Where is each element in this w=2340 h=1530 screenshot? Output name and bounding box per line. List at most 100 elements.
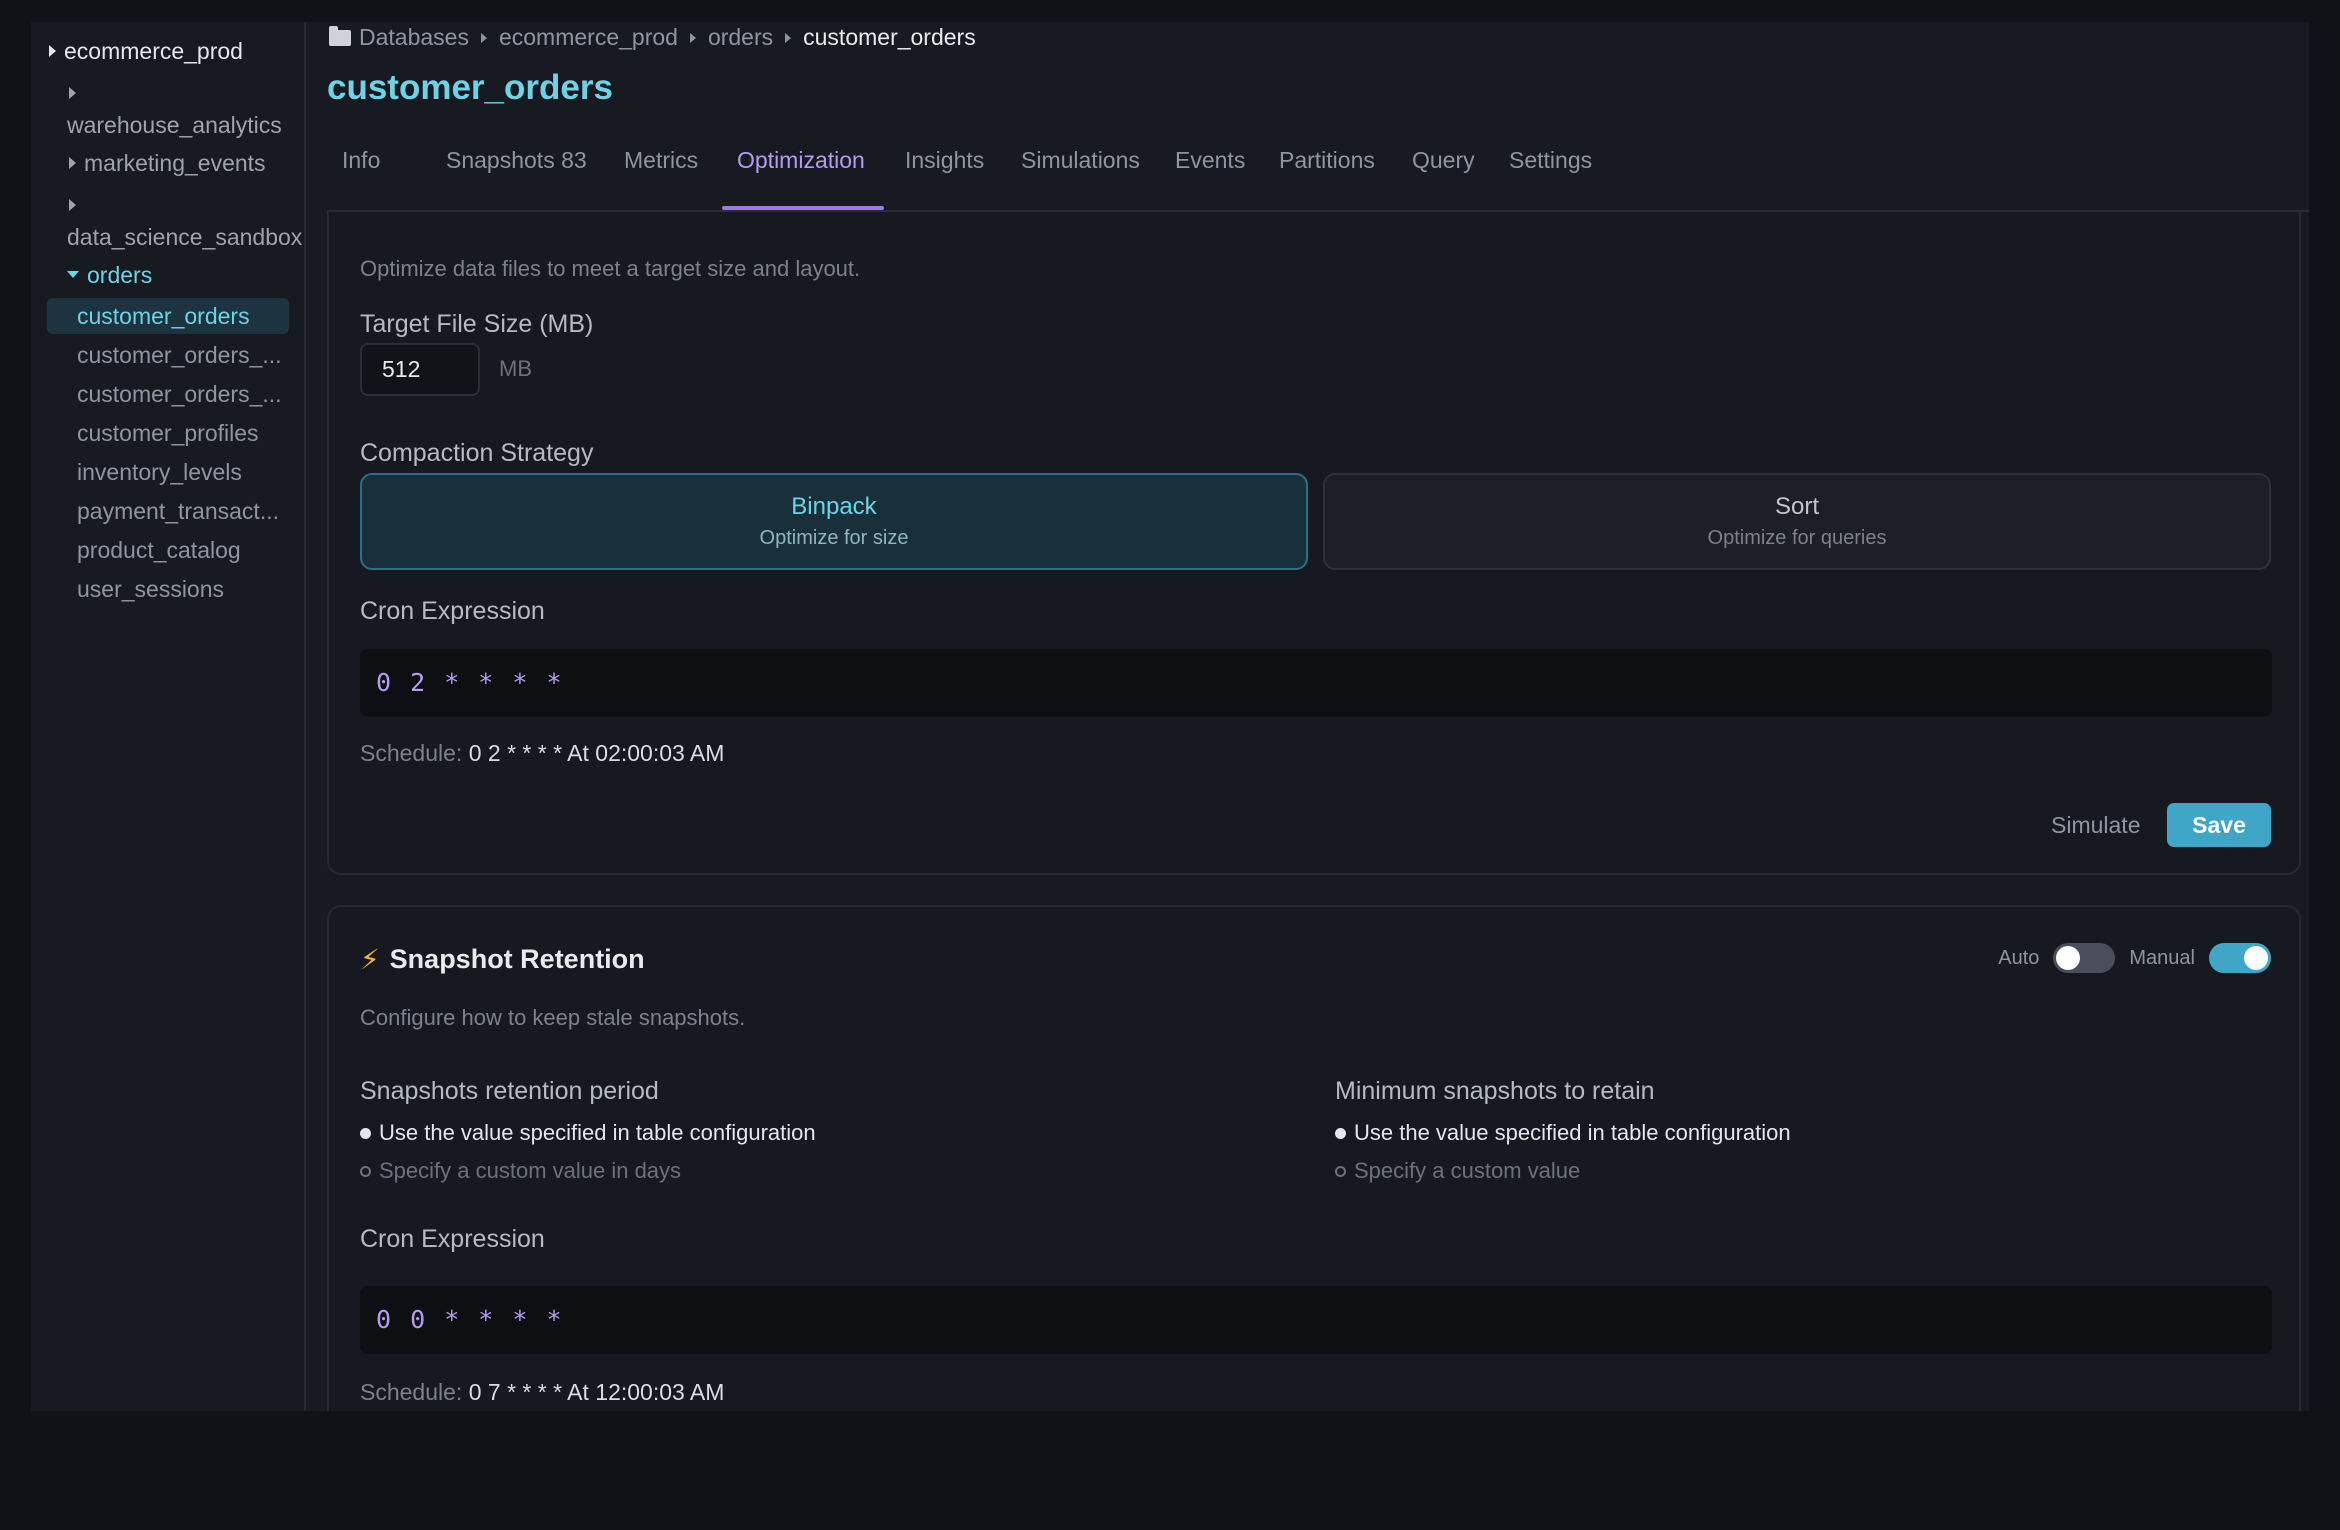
breadcrumb-item[interactable]: orders bbox=[708, 24, 773, 51]
tab-snapshots[interactable]: Snapshots 83 bbox=[446, 142, 587, 210]
retention-period-title: Snapshots retention period bbox=[360, 1077, 659, 1105]
mode-toggles: Auto Manual bbox=[1998, 943, 2271, 973]
tab-simulations[interactable]: Simulations bbox=[1021, 142, 1140, 210]
schedule-value: 0 2 * * * * At 02:00:03 AM bbox=[468, 740, 725, 766]
strategy-label: Compaction Strategy bbox=[360, 439, 594, 467]
caret-right-icon[interactable] bbox=[69, 86, 76, 99]
radio-option[interactable]: Specify a custom value in days bbox=[360, 1158, 816, 1184]
strategy-title: Binpack bbox=[791, 493, 877, 520]
sidebar-table-item[interactable]: customer_orders_... bbox=[47, 376, 289, 412]
tab-events[interactable]: Events bbox=[1175, 142, 1245, 210]
retention-title: Snapshot Retention bbox=[389, 944, 645, 974]
tab-optimization[interactable]: Optimization bbox=[737, 142, 865, 210]
schedule-text: Schedule: 0 2 * * * * At 02:00:03 AM bbox=[360, 740, 724, 767]
radio-label: Use the value specified in table configu… bbox=[379, 1120, 816, 1145]
chevron-right-icon bbox=[480, 32, 487, 43]
sidebar-table-item[interactable]: payment_transact... bbox=[47, 493, 289, 529]
manual-toggle[interactable] bbox=[2209, 943, 2271, 973]
toggle-knob bbox=[2244, 946, 2268, 970]
toggle-knob bbox=[2056, 946, 2081, 970]
manual-label: Manual bbox=[2129, 946, 2195, 969]
tree-db-datascience-label[interactable]: data_science_sandbox bbox=[67, 224, 302, 251]
tab-info[interactable]: Info bbox=[342, 142, 380, 210]
retention-period-group: Snapshots retention period Use the value… bbox=[360, 1077, 816, 1196]
strategy-subtitle: Optimize for size bbox=[759, 527, 909, 549]
target-size-unit: MB bbox=[499, 356, 532, 381]
strategy-title: Sort bbox=[1774, 493, 1819, 520]
folder-icon bbox=[329, 25, 351, 46]
compaction-description: Optimize data files to meet a target siz… bbox=[360, 256, 861, 281]
tab-settings[interactable]: Settings bbox=[1509, 142, 1592, 210]
cron-label: Cron Expression bbox=[360, 597, 545, 625]
radio-selected-icon bbox=[360, 1127, 371, 1139]
tab-bar: Info Snapshots 83 Metrics Optimization I… bbox=[327, 142, 2309, 212]
sidebar-table-item[interactable]: user_sessions bbox=[47, 571, 289, 607]
retention-description: Configure how to keep stale snapshots. bbox=[360, 1005, 746, 1030]
radio-selected-icon bbox=[1335, 1127, 1346, 1139]
caret-down-icon bbox=[67, 271, 79, 279]
tree-db-marketing-label: marketing_events bbox=[84, 150, 266, 176]
active-tab-indicator bbox=[722, 206, 884, 210]
caret-right-icon bbox=[49, 44, 56, 57]
radio-empty-icon bbox=[1335, 1165, 1346, 1177]
auto-toggle[interactable] bbox=[2053, 943, 2116, 973]
strategy-sort-option[interactable]: Sort Optimize for queries bbox=[1323, 473, 2271, 570]
tree-root-label: ecommerce_prod bbox=[64, 38, 243, 64]
sidebar-table-item[interactable]: product_catalog bbox=[47, 532, 289, 568]
tree-db-marketing[interactable]: marketing_events bbox=[69, 150, 266, 177]
sidebar-table-item[interactable]: customer_orders_... bbox=[47, 337, 289, 373]
compaction-card: Optimize data files to meet a target siz… bbox=[327, 212, 2301, 875]
target-size-input[interactable] bbox=[360, 343, 480, 396]
tree-db-orders[interactable]: orders bbox=[67, 262, 152, 289]
main-panel: Databases ecommerce_prod orders customer… bbox=[327, 22, 2309, 1411]
retention-header: ⚡ Snapshot Retention bbox=[360, 943, 645, 976]
tree-db-orders-label: orders bbox=[87, 262, 153, 288]
tree-db-warehouse-label[interactable]: warehouse_analytics bbox=[67, 112, 282, 139]
tab-query[interactable]: Query bbox=[1412, 142, 1475, 210]
radio-option[interactable]: Specify a custom value bbox=[1335, 1158, 1791, 1184]
caret-right-icon[interactable] bbox=[69, 198, 76, 211]
simulate-button[interactable]: Simulate bbox=[2051, 803, 2140, 847]
radio-option[interactable]: Use the value specified in table configu… bbox=[360, 1120, 816, 1146]
page-title: customer_orders bbox=[327, 68, 613, 107]
schedule-value: 0 7 * * * * At 12:00:03 AM bbox=[468, 1379, 725, 1405]
breadcrumb: Databases ecommerce_prod orders customer… bbox=[329, 24, 976, 51]
sidebar-table-item[interactable]: customer_profiles bbox=[47, 415, 289, 451]
tree-db-datascience[interactable] bbox=[69, 192, 84, 219]
min-snapshots-title: Minimum snapshots to retain bbox=[1335, 1077, 1655, 1105]
radio-option[interactable]: Use the value specified in table configu… bbox=[1335, 1120, 1791, 1146]
min-snapshots-group: Minimum snapshots to retain Use the valu… bbox=[1335, 1077, 1791, 1196]
auto-label: Auto bbox=[1998, 946, 2040, 969]
radio-empty-icon bbox=[360, 1165, 371, 1177]
lightning-icon: ⚡ bbox=[360, 944, 380, 975]
chevron-right-icon bbox=[689, 32, 696, 43]
cron-expression-input[interactable]: 0 2 * * * * bbox=[360, 649, 2272, 717]
breadcrumb-current: customer_orders bbox=[803, 24, 976, 50]
tree-root[interactable]: ecommerce_prod bbox=[49, 38, 243, 65]
target-size-label: Target File Size (MB) bbox=[360, 310, 594, 338]
sidebar-table-item[interactable]: inventory_levels bbox=[47, 454, 289, 490]
strategy-binpack-option[interactable]: Binpack Optimize for size bbox=[360, 473, 1308, 570]
tree-db-warehouse[interactable] bbox=[69, 80, 84, 107]
snapshot-retention-card: ⚡ Snapshot Retention Auto Manual Configu… bbox=[327, 905, 2301, 1411]
chevron-right-icon bbox=[785, 32, 792, 43]
radio-label: Specify a custom value in days bbox=[379, 1158, 682, 1183]
schedule-label: Schedule: bbox=[360, 740, 463, 766]
breadcrumb-item[interactable]: Databases bbox=[359, 24, 469, 51]
tab-metrics[interactable]: Metrics bbox=[624, 142, 698, 210]
app-window: ecommerce_prod warehouse_analytics marke… bbox=[31, 22, 2309, 1411]
strategy-subtitle: Optimize for queries bbox=[1707, 527, 1887, 549]
caret-right-icon bbox=[69, 156, 76, 169]
schedule-label: Schedule: bbox=[360, 1379, 463, 1405]
retention-cron-input[interactable]: 0 0 * * * * bbox=[360, 1286, 2272, 1354]
breadcrumb-item[interactable]: ecommerce_prod bbox=[499, 24, 678, 51]
radio-label: Use the value specified in table configu… bbox=[1354, 1120, 1791, 1145]
radio-label: Specify a custom value bbox=[1354, 1158, 1581, 1183]
sidebar-table-item[interactable]: customer_orders bbox=[47, 298, 289, 334]
tab-insights[interactable]: Insights bbox=[905, 142, 984, 210]
retention-cron-label: Cron Expression bbox=[360, 1225, 545, 1253]
save-button[interactable]: Save bbox=[2167, 803, 2271, 847]
tab-partitions[interactable]: Partitions bbox=[1279, 142, 1375, 210]
retention-schedule-text: Schedule: 0 7 * * * * At 12:00:03 AM bbox=[360, 1379, 724, 1406]
sidebar: ecommerce_prod warehouse_analytics marke… bbox=[31, 22, 306, 1411]
